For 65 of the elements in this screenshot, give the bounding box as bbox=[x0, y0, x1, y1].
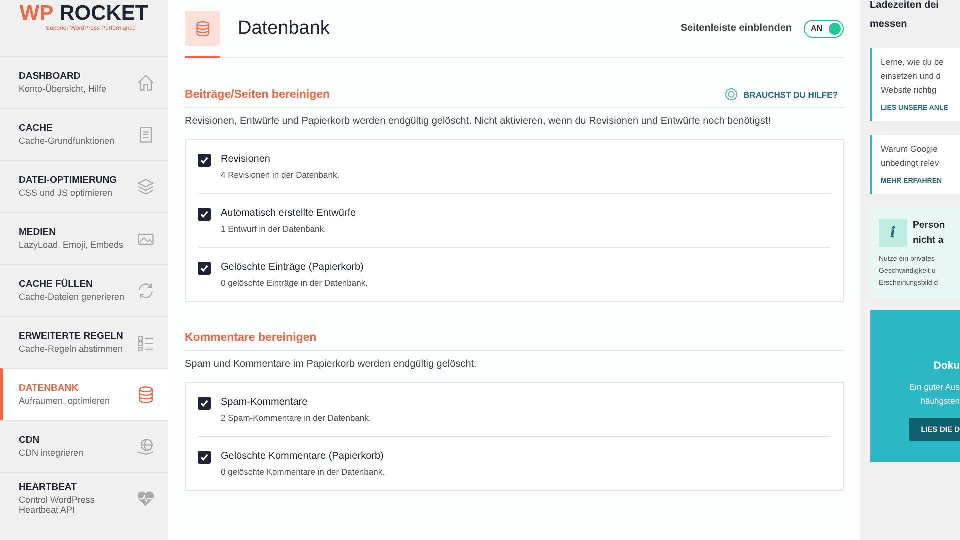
panel-heading: Ladezeiten dei bbox=[870, 0, 940, 13]
nav-title: DATEI-OPTIMIERUNG bbox=[19, 175, 118, 186]
nav-title: MEDIEN bbox=[19, 227, 57, 238]
option-detail: 1 Entwurf in der Datenbank. bbox=[221, 224, 328, 234]
info-icon: i bbox=[879, 219, 907, 247]
nav-subtitle: Aufräumen, optimieren bbox=[19, 396, 112, 406]
tip-text: Website richtig bbox=[881, 84, 938, 97]
nav-title: ERWEITERTE REGELN bbox=[19, 331, 124, 342]
panel-heading: messen bbox=[870, 18, 908, 32]
checkbox[interactable] bbox=[198, 208, 211, 221]
tip-text: Warum Google bbox=[881, 143, 939, 156]
nav-subtitle: Cache-Regeln abstimmen bbox=[19, 344, 124, 354]
refresh-icon bbox=[136, 280, 156, 300]
section-description: Revisionen, Entwürfe und Papierkorb werden endgültig gelöscht. Nicht aktivieren, wenn du Revisionen und Entwürfe noch benötigst! bbox=[185, 116, 772, 127]
heart-icon bbox=[136, 488, 156, 508]
database-icon bbox=[185, 11, 220, 46]
option-label: Revisionen bbox=[221, 154, 272, 165]
nav-title: CDN bbox=[19, 435, 41, 446]
section-description: Spam und Kommentare im Papierkorb werden endgültig gelöscht. bbox=[185, 359, 478, 370]
nav-title: DATENBANK bbox=[19, 383, 80, 394]
nav-subtitle: LazyLoad, Emoji, Embeds bbox=[19, 240, 125, 250]
logo-text: ROCKET bbox=[60, 2, 148, 26]
database-icon bbox=[136, 384, 156, 404]
globe-icon bbox=[136, 436, 156, 456]
home-icon bbox=[136, 72, 156, 92]
doc-title: Doku bbox=[932, 360, 960, 372]
option-label: Spam-Kommentare bbox=[221, 397, 309, 408]
sidebar-item[interactable]: DATENBANK Aufräumen, optimieren bbox=[0, 368, 168, 420]
nav-subtitle: CDN integrieren bbox=[19, 448, 85, 458]
info-title: nicht a bbox=[913, 234, 945, 248]
info-title: Person bbox=[913, 219, 946, 233]
logo-text: WP bbox=[20, 2, 54, 26]
option-detail: 0 gelöschte Kommentare in der Datenbank. bbox=[221, 467, 385, 477]
page-title: Datenbank bbox=[238, 18, 331, 40]
nav-title: DASHBOARD bbox=[19, 71, 82, 82]
nav-subtitle: Konto-Übersicht, Hilfe bbox=[19, 84, 108, 94]
toggle-label: Seitenleiste einblenden bbox=[680, 23, 792, 34]
checkbox[interactable] bbox=[198, 154, 211, 167]
option-detail: 0 gelöschte Einträge in der Datenbank. bbox=[221, 278, 368, 288]
tip-text: Lerne, wie du be bbox=[881, 56, 945, 69]
checkbox[interactable] bbox=[198, 262, 211, 275]
nav-title: CACHE bbox=[19, 123, 54, 134]
nav-title: HEARTBEAT bbox=[19, 482, 78, 493]
lifebuoy-icon bbox=[724, 88, 738, 101]
sidebar-toggle[interactable]: AN bbox=[804, 20, 844, 38]
layers-icon bbox=[136, 176, 156, 196]
option-label: Automatisch erstellte Entwürfe bbox=[221, 208, 356, 219]
section-title: Kommentare bereinigen bbox=[185, 332, 317, 344]
tip-text: einsetzen und d bbox=[881, 70, 942, 83]
doc-text: häufigsten bbox=[920, 395, 960, 408]
option-label: Gelöschte Einträge (Papierkorb) bbox=[221, 262, 365, 273]
doc-text: Ein guter Aus bbox=[908, 381, 960, 394]
nav-subtitle: Cache-Grundfunktionen bbox=[19, 136, 116, 146]
checkbox[interactable] bbox=[198, 451, 211, 464]
nav-subtitle: CSS und JS optimieren bbox=[19, 188, 114, 198]
checkbox[interactable] bbox=[198, 397, 211, 410]
option-label: Gelöschte Kommentare (Papierkorb) bbox=[221, 451, 385, 462]
nav-subtitle: Control WordPress Heartbeat API bbox=[19, 495, 96, 515]
option-detail: 2 Spam-Kommentare in der Datenbank. bbox=[221, 413, 372, 423]
option-detail: 4 Revisionen in der Datenbank. bbox=[221, 170, 340, 180]
nav-title: CACHE FÜLLEN bbox=[19, 279, 94, 290]
section-title: Beiträge/Seiten bereinigen bbox=[185, 88, 330, 100]
nav-subtitle: Cache-Dateien generieren bbox=[19, 292, 126, 302]
tip-text: unbedingt relev bbox=[881, 157, 940, 170]
help-link[interactable]: BRAUCHST DU HILFE? bbox=[724, 88, 838, 101]
